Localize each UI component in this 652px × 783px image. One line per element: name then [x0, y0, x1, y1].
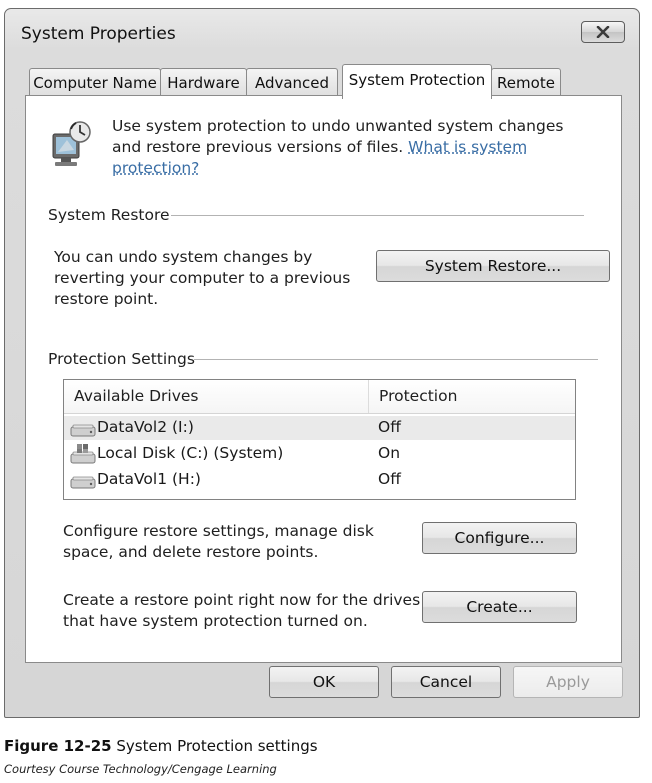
- window-title: System Properties: [21, 24, 176, 44]
- hard-drive-icon: [70, 476, 96, 489]
- tab-label: System Protection: [348, 71, 486, 89]
- title-bar: System Properties: [5, 9, 639, 59]
- apply-button[interactable]: Apply: [513, 666, 623, 698]
- drive-protection-status: Off: [378, 470, 401, 488]
- figure-caption: Figure 12-25 System Protection settings: [4, 737, 318, 755]
- figure-credit: Courtesy Course Technology/Cengage Learn…: [4, 762, 277, 776]
- column-header-available-drives[interactable]: Available Drives: [74, 387, 198, 405]
- drive-name: DataVol2 (I:): [97, 418, 194, 436]
- tab-computer-name[interactable]: Computer Name: [29, 68, 161, 97]
- drive-name: DataVol1 (H:): [97, 470, 201, 488]
- system-restore-button[interactable]: System Restore...: [376, 250, 610, 282]
- drive-name: Local Disk (C:) (System): [97, 444, 284, 462]
- configure-description: Configure restore settings, manage disk …: [63, 522, 374, 561]
- cancel-button-label: Cancel: [419, 673, 473, 691]
- tab-label: Advanced: [254, 74, 330, 92]
- tab-remote[interactable]: Remote: [491, 68, 561, 97]
- cancel-button[interactable]: Cancel: [391, 666, 501, 698]
- close-icon: [596, 26, 610, 38]
- protection-settings-group-label: Protection Settings: [48, 350, 201, 368]
- tab-hardware[interactable]: Hardware: [160, 68, 247, 97]
- close-button[interactable]: [581, 21, 625, 43]
- drive-protection-status: Off: [378, 418, 401, 436]
- system-protection-icon: [52, 121, 91, 166]
- system-restore-description: You can undo system changes by reverting…: [54, 248, 351, 308]
- column-separator: [368, 380, 369, 413]
- tab-advanced[interactable]: Advanced: [246, 68, 338, 97]
- group-divider: [171, 215, 584, 216]
- system-protection-panel: Use system protection to undo unwanted s…: [25, 95, 622, 663]
- create-button[interactable]: Create...: [422, 591, 577, 623]
- figure-number: Figure 12-25: [4, 737, 112, 755]
- group-divider: [194, 359, 598, 360]
- system-drive-icon: [70, 444, 96, 464]
- column-header-protection[interactable]: Protection: [379, 387, 457, 405]
- create-description: Create a restore point right now for the…: [63, 591, 421, 630]
- drive-protection-status: On: [378, 444, 401, 462]
- available-drives-list[interactable]: Available Drives Protection DataVol2 (I:…: [63, 379, 576, 500]
- intro-text: Use system protection to undo unwanted s…: [112, 116, 582, 179]
- drive-row[interactable]: Local Disk (C:) (System) On: [64, 442, 575, 466]
- system-restore-button-label: System Restore...: [424, 257, 562, 275]
- figure-title: System Protection settings: [116, 737, 318, 755]
- ok-button[interactable]: OK: [269, 666, 379, 698]
- tab-label: Remote: [497, 74, 555, 92]
- drive-row[interactable]: DataVol2 (I:) Off: [64, 416, 575, 440]
- create-button-label: Create...: [466, 598, 533, 616]
- configure-button[interactable]: Configure...: [422, 522, 577, 554]
- tab-label: Hardware: [167, 74, 240, 92]
- configure-button-label: Configure...: [454, 529, 545, 547]
- system-restore-group-label: System Restore: [48, 206, 176, 224]
- apply-button-label: Apply: [546, 673, 590, 691]
- tab-label: Computer Name: [33, 74, 157, 92]
- ok-button-label: OK: [312, 673, 336, 691]
- tab-system-protection[interactable]: System Protection: [342, 64, 492, 99]
- hard-drive-icon: [70, 424, 96, 437]
- system-properties-window: System Properties Computer Name Hardware…: [4, 8, 640, 718]
- drives-list-header: Available Drives Protection: [64, 380, 575, 414]
- drive-row[interactable]: DataVol1 (H:) Off: [64, 468, 575, 492]
